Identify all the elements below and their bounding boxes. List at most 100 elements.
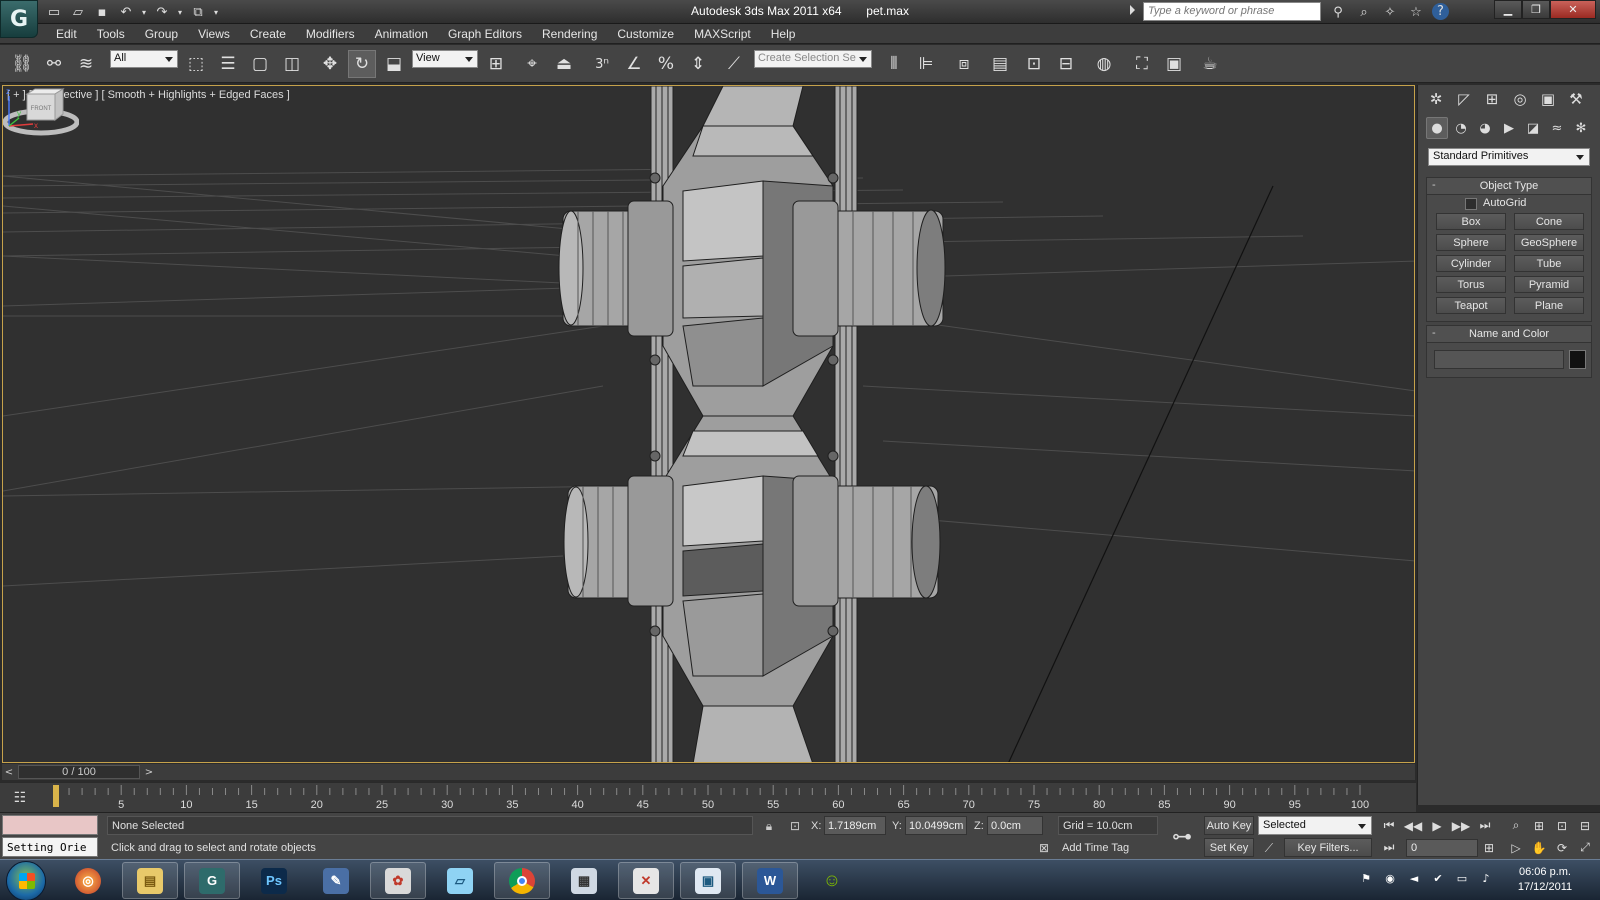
system-clock[interactable]: 06:06 p.m. 17/12/2011 bbox=[1505, 865, 1585, 895]
taskbar-notebook[interactable]: ▱ bbox=[432, 862, 488, 899]
maximize-viewport-icon[interactable]: ⤢ bbox=[1574, 838, 1596, 857]
cylinder-button[interactable]: Cylinder bbox=[1436, 255, 1506, 272]
cone-button[interactable]: Cone bbox=[1514, 213, 1584, 230]
next-frame-button[interactable]: > bbox=[142, 765, 156, 779]
taskbar-script-editor[interactable]: ✎ bbox=[308, 862, 364, 899]
taskbar-app-pinned-1[interactable]: ◎ bbox=[60, 862, 116, 899]
select-and-link-icon[interactable]: ⛓ bbox=[8, 50, 36, 78]
graphite-modeling-icon[interactable]: ▤ bbox=[986, 50, 1014, 78]
taskbar-windows-explorer[interactable]: ▤ bbox=[122, 862, 178, 899]
tab-modify-icon[interactable]: ◸ bbox=[1452, 87, 1476, 111]
project-folder-icon[interactable]: ⧉ bbox=[188, 2, 208, 22]
menu-tools[interactable]: Tools bbox=[87, 27, 135, 41]
object-type-rollout-header[interactable]: - Object Type bbox=[1427, 178, 1591, 195]
space-warps-category-icon[interactable]: ≈ bbox=[1546, 117, 1568, 139]
curve-editor-icon[interactable]: ⊡ bbox=[1020, 50, 1048, 78]
render-setup-icon[interactable]: ⛶ bbox=[1128, 50, 1156, 78]
menu-customize[interactable]: Customize bbox=[607, 27, 684, 41]
tube-button[interactable]: Tube bbox=[1514, 255, 1584, 272]
systems-category-icon[interactable]: ✻ bbox=[1570, 117, 1592, 139]
lights-category-icon[interactable]: ◕ bbox=[1474, 117, 1496, 139]
tab-utilities-icon[interactable]: ⚒ bbox=[1564, 87, 1588, 111]
geosphere-button[interactable]: GeoSphere bbox=[1514, 234, 1584, 251]
auto-key-button[interactable]: Auto Key bbox=[1204, 816, 1254, 835]
current-frame-marker[interactable] bbox=[53, 785, 59, 807]
menu-edit[interactable]: Edit bbox=[46, 27, 87, 41]
taskbar-tool-app[interactable]: ✕ bbox=[618, 862, 674, 899]
undo-dropdown-icon[interactable]: ▾ bbox=[140, 2, 148, 22]
binoculars-icon[interactable]: ⚲ bbox=[1328, 2, 1348, 22]
selection-lock-icon[interactable]: 🔒︎ bbox=[760, 817, 778, 835]
material-editor-icon[interactable]: ◍ bbox=[1090, 50, 1118, 78]
render-production-icon[interactable]: ☕ bbox=[1196, 50, 1224, 78]
add-time-tag-button[interactable]: Add Time Tag bbox=[1058, 839, 1158, 857]
zoom-extents-icon[interactable]: ⊡ bbox=[1551, 816, 1573, 835]
geometry-category-icon[interactable]: ● bbox=[1426, 117, 1448, 139]
volume-muted-icon[interactable]: ◄ bbox=[1406, 870, 1422, 886]
taskbar-window-app[interactable]: ▣ bbox=[680, 862, 736, 899]
security-shield-icon[interactable]: ✔ bbox=[1430, 870, 1446, 886]
network-globe-icon[interactable]: ◉ bbox=[1382, 870, 1398, 886]
redo-icon[interactable]: ↷ bbox=[152, 2, 172, 22]
teapot-button[interactable]: Teapot bbox=[1436, 297, 1506, 314]
selection-filter-dropdown[interactable]: All bbox=[110, 50, 178, 68]
time-tag-icon[interactable]: ⊠ bbox=[1035, 839, 1053, 857]
select-and-rotate-icon[interactable]: ↻ bbox=[348, 50, 376, 78]
action-center-flag-icon[interactable]: ⚑ bbox=[1358, 870, 1374, 886]
menu-graph-editors[interactable]: Graph Editors bbox=[438, 27, 532, 41]
menu-create[interactable]: Create bbox=[240, 27, 296, 41]
torus-button[interactable]: Torus bbox=[1436, 276, 1506, 293]
rendered-frame-window-icon[interactable]: ▣ bbox=[1160, 50, 1188, 78]
zoom-all-icon[interactable]: ⊞ bbox=[1528, 816, 1550, 835]
speaker-icon[interactable]: ♪ bbox=[1478, 870, 1494, 886]
display-icon[interactable]: ▭ bbox=[1454, 870, 1470, 886]
select-and-move-icon[interactable]: ✥ bbox=[316, 50, 344, 78]
taskbar-messenger[interactable]: ☺ bbox=[804, 862, 860, 899]
current-frame-field[interactable]: 0 bbox=[1406, 839, 1478, 857]
open-mini-curve-editor-icon[interactable]: ☷ bbox=[10, 789, 30, 807]
select-object-icon[interactable]: ⬚ bbox=[182, 50, 210, 78]
manipulate-icon[interactable]: ⌖ bbox=[518, 50, 546, 78]
unlink-selection-icon[interactable]: ⚯ bbox=[40, 50, 68, 78]
go-to-end-icon[interactable]: ⏭ bbox=[1474, 816, 1496, 835]
taskbar-word[interactable]: W bbox=[742, 862, 798, 899]
start-button[interactable] bbox=[6, 861, 46, 900]
select-by-name-icon[interactable]: ☰ bbox=[214, 50, 242, 78]
communication-center-icon[interactable]: ✧ bbox=[1380, 2, 1400, 22]
y-coordinate-field[interactable]: 10.0499cm bbox=[905, 816, 967, 835]
previous-frame-button[interactable]: < bbox=[2, 765, 16, 779]
menu-modifiers[interactable]: Modifiers bbox=[296, 27, 365, 41]
previous-key-icon[interactable]: ◀◀ bbox=[1402, 816, 1424, 835]
edit-named-selection-icon[interactable]: ⟋ bbox=[720, 50, 748, 78]
taskbar-chrome[interactable] bbox=[494, 862, 550, 899]
snaps-toggle-icon[interactable]: 3ⁿ bbox=[588, 50, 616, 78]
key-mode-dropdown[interactable]: Selected bbox=[1258, 816, 1372, 835]
viewcube-side-face[interactable] bbox=[54, 88, 64, 121]
key-mode-toggle-icon[interactable]: ⏭ bbox=[1378, 838, 1400, 857]
favorites-star-icon[interactable]: ☆ bbox=[1406, 2, 1426, 22]
qat-menu-icon[interactable]: ▾ bbox=[212, 2, 220, 22]
taskbar-paint[interactable]: ✿ bbox=[370, 862, 426, 899]
schematic-view-icon[interactable]: ⊟ bbox=[1052, 50, 1080, 78]
select-and-scale-icon[interactable]: ⬓ bbox=[380, 50, 408, 78]
helpers-category-icon[interactable]: ◪ bbox=[1522, 117, 1544, 139]
play-icon[interactable]: ▶ bbox=[1426, 816, 1448, 835]
pan-view-icon[interactable]: ✋ bbox=[1528, 838, 1550, 857]
menu-rendering[interactable]: Rendering bbox=[532, 27, 607, 41]
zoom-icon[interactable]: ⌕ bbox=[1505, 816, 1527, 835]
spinner-snap-icon[interactable]: ⇕ bbox=[684, 50, 712, 78]
menu-views[interactable]: Views bbox=[188, 27, 240, 41]
undo-icon[interactable]: ↶ bbox=[116, 2, 136, 22]
name-and-color-rollout-header[interactable]: - Name and Color bbox=[1427, 326, 1591, 343]
perspective-viewport[interactable]: [ + ] [ Perspective ] [ Smooth + Highlig… bbox=[2, 85, 1415, 763]
orbit-icon[interactable]: ⟳ bbox=[1551, 838, 1573, 857]
reference-coordinate-dropdown[interactable]: View bbox=[412, 50, 478, 68]
z-coordinate-field[interactable]: 0.0cm bbox=[987, 816, 1043, 835]
subscription-icon[interactable]: ⌕ bbox=[1354, 2, 1374, 22]
close-button[interactable]: ✕ bbox=[1550, 0, 1596, 19]
maxscript-output-field[interactable]: Setting Orie bbox=[2, 837, 98, 857]
box-button[interactable]: Box bbox=[1436, 213, 1506, 230]
save-file-icon[interactable]: ▪ bbox=[92, 2, 112, 22]
key-filters-button[interactable]: Key Filters... bbox=[1284, 838, 1372, 857]
rectangular-selection-icon[interactable]: ▢ bbox=[246, 50, 274, 78]
